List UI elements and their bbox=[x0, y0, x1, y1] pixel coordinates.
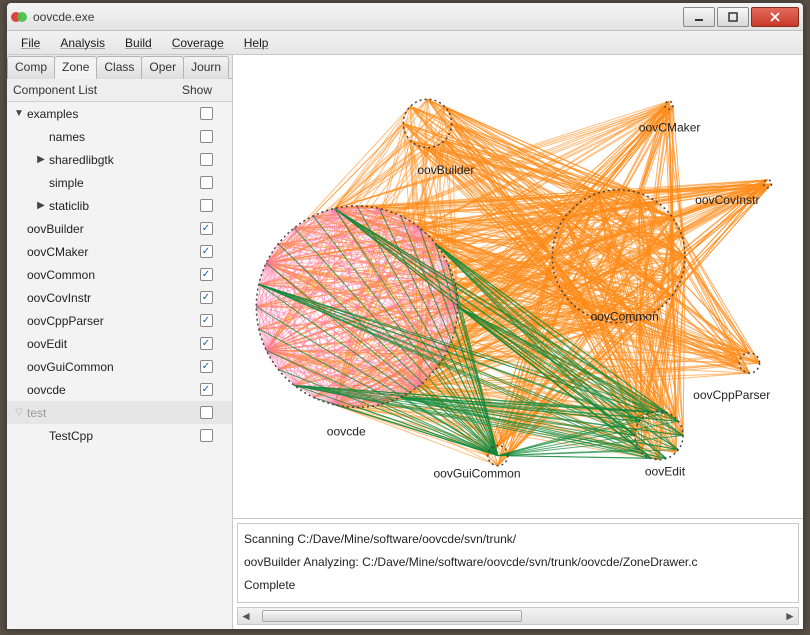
tree-col-component[interactable]: Component List bbox=[13, 83, 182, 97]
tab-class[interactable]: Class bbox=[96, 56, 142, 79]
tree-row[interactable]: oovCovInstr ✓ bbox=[7, 286, 232, 309]
tree-row[interactable]: names bbox=[7, 125, 232, 148]
status-area: Scanning C:/Dave/Mine/software/oovcde/sv… bbox=[233, 519, 803, 629]
main-area: oovcde oovBuilder oovCMaker oovCovInstr oovC… bbox=[233, 55, 803, 629]
tree-item-label: oovGuiCommon bbox=[25, 360, 186, 374]
status-scrollbar[interactable]: ◄ ► bbox=[237, 607, 799, 625]
tree-item-label: oovCommon bbox=[25, 268, 186, 282]
status-line: Scanning C:/Dave/Mine/software/oovcde/sv… bbox=[244, 528, 792, 551]
app-window: oovcde.exe File Analysis Build Coverage … bbox=[6, 2, 804, 630]
show-checkbox[interactable]: ✓ bbox=[200, 360, 213, 373]
show-checkbox[interactable] bbox=[200, 107, 213, 120]
show-checkbox[interactable]: ✓ bbox=[200, 383, 213, 396]
tree-item-label: sharedlibgtk bbox=[47, 153, 186, 167]
window-controls bbox=[681, 7, 799, 27]
app-icon bbox=[11, 9, 27, 25]
expander-icon[interactable]: ▼ bbox=[13, 108, 25, 119]
tree-item-label: oovCppParser bbox=[25, 314, 186, 328]
menu-analysis[interactable]: Analysis bbox=[52, 33, 113, 53]
tree-row[interactable]: ▶staticlib bbox=[7, 194, 232, 217]
window-title: oovcde.exe bbox=[33, 10, 681, 24]
tree-item-label: examples bbox=[25, 107, 186, 121]
tree-row[interactable]: TestCpp bbox=[7, 424, 232, 447]
tree-item-label: staticlib bbox=[47, 199, 186, 213]
menu-coverage[interactable]: Coverage bbox=[164, 33, 232, 53]
tree-header: Component List Show bbox=[7, 79, 232, 102]
tree-item-label: oovEdit bbox=[25, 337, 186, 351]
sidebar: Comp Zone Class Oper Journ Component Lis… bbox=[7, 55, 233, 629]
sidebar-tabs: Comp Zone Class Oper Journ bbox=[7, 55, 232, 79]
graph-label-oovCovInstr: oovCovInstr bbox=[695, 193, 759, 207]
show-checkbox[interactable] bbox=[200, 153, 213, 166]
show-checkbox[interactable] bbox=[200, 199, 213, 212]
tree-row[interactable]: ▶sharedlibgtk bbox=[7, 148, 232, 171]
graph-label-oovBuilder: oovBuilder bbox=[417, 163, 474, 177]
graph-label-oovGuiCommon: oovGuiCommon bbox=[433, 467, 520, 481]
tree-item-label: oovCovInstr bbox=[25, 291, 186, 305]
expander-icon[interactable]: ▶ bbox=[35, 200, 47, 211]
show-checkbox[interactable]: ✓ bbox=[200, 337, 213, 350]
tree-row[interactable]: oovcde ✓ bbox=[7, 378, 232, 401]
zone-graph[interactable]: oovcde oovBuilder oovCMaker oovCovInstr oovC… bbox=[233, 55, 803, 519]
menu-help[interactable]: Help bbox=[236, 33, 277, 53]
status-log[interactable]: Scanning C:/Dave/Mine/software/oovcde/sv… bbox=[237, 523, 799, 603]
tab-zone[interactable]: Zone bbox=[54, 56, 97, 79]
show-checkbox[interactable] bbox=[200, 130, 213, 143]
graph-label-oovEdit: oovEdit bbox=[645, 465, 686, 479]
status-line: oovBuilder Analyzing: C:/Dave/Mine/softw… bbox=[244, 551, 792, 574]
show-checkbox[interactable] bbox=[200, 429, 213, 442]
show-checkbox[interactable] bbox=[200, 176, 213, 189]
tab-oper[interactable]: Oper bbox=[141, 56, 184, 79]
tree-row[interactable]: oovEdit ✓ bbox=[7, 332, 232, 355]
tree-row[interactable]: oovCMaker ✓ bbox=[7, 240, 232, 263]
show-checkbox[interactable]: ✓ bbox=[200, 222, 213, 235]
graph-label-oovCMaker: oovCMaker bbox=[639, 120, 701, 134]
tree-item-label: simple bbox=[47, 176, 186, 190]
status-line: Complete bbox=[244, 574, 792, 597]
expander-icon[interactable]: ▶ bbox=[35, 154, 47, 165]
show-checkbox[interactable]: ✓ bbox=[200, 245, 213, 258]
show-checkbox[interactable]: ✓ bbox=[200, 268, 213, 281]
expander-icon[interactable]: ▽ bbox=[13, 407, 25, 418]
tree-item-label: test bbox=[25, 406, 186, 420]
menubar: File Analysis Build Coverage Help bbox=[7, 31, 803, 55]
close-button[interactable] bbox=[751, 7, 799, 27]
tree-item-label: TestCpp bbox=[47, 429, 186, 443]
tree-item-label: oovCMaker bbox=[25, 245, 186, 259]
show-checkbox[interactable]: ✓ bbox=[200, 314, 213, 327]
titlebar[interactable]: oovcde.exe bbox=[7, 3, 803, 31]
show-checkbox[interactable]: ✓ bbox=[200, 291, 213, 304]
graph-label-oovcde: oovcde bbox=[327, 424, 366, 438]
scroll-thumb[interactable] bbox=[262, 610, 522, 622]
tree-row[interactable]: oovCppParser ✓ bbox=[7, 309, 232, 332]
menu-build[interactable]: Build bbox=[117, 33, 160, 53]
tree-row[interactable]: oovGuiCommon ✓ bbox=[7, 355, 232, 378]
scroll-left-icon[interactable]: ◄ bbox=[238, 608, 254, 624]
tree-row[interactable]: oovBuilder ✓ bbox=[7, 217, 232, 240]
minimize-button[interactable] bbox=[683, 7, 715, 27]
tree-row[interactable]: oovCommon ✓ bbox=[7, 263, 232, 286]
tree-item-label: oovBuilder bbox=[25, 222, 186, 236]
show-checkbox[interactable] bbox=[200, 406, 213, 419]
tree-col-show[interactable]: Show bbox=[182, 83, 226, 97]
tree-row[interactable]: ▼examples bbox=[7, 102, 232, 125]
component-tree[interactable]: ▼examplesnames▶sharedlibgtksimple▶static… bbox=[7, 102, 232, 629]
tree-row[interactable]: simple bbox=[7, 171, 232, 194]
graph-label-oovCommon: oovCommon bbox=[590, 310, 658, 324]
tab-comp[interactable]: Comp bbox=[7, 56, 55, 79]
graph-label-oovCppParser: oovCppParser bbox=[693, 388, 770, 402]
menu-file[interactable]: File bbox=[13, 33, 48, 53]
tree-row[interactable]: ▽test bbox=[7, 401, 232, 424]
tree-item-label: names bbox=[47, 130, 186, 144]
maximize-button[interactable] bbox=[717, 7, 749, 27]
tree-item-label: oovcde bbox=[25, 383, 186, 397]
tab-journ[interactable]: Journ bbox=[183, 56, 229, 79]
scroll-right-icon[interactable]: ► bbox=[782, 608, 798, 624]
